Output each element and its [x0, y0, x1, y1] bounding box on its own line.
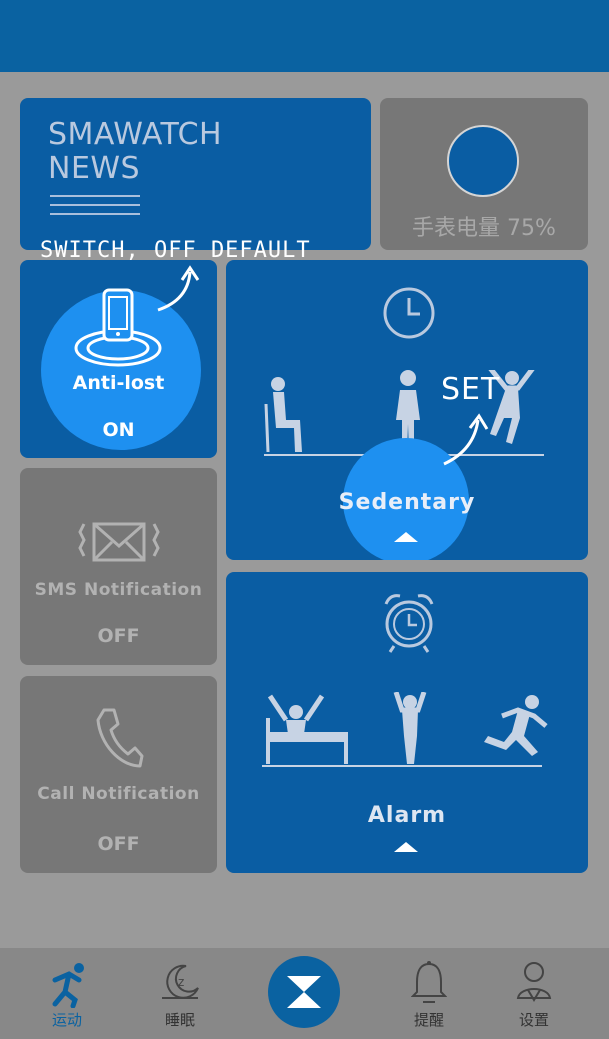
phone-handset-icon — [96, 708, 144, 768]
news-title-line1: SMAWATCH — [48, 117, 223, 152]
nav-label-sleep: 睡眠 — [164, 1011, 195, 1029]
anti-lost-label: Anti-lost — [72, 372, 165, 394]
battery-label: 手表电量 75% — [412, 216, 556, 241]
call-notification-tile[interactable]: Call Notification OFF — [20, 676, 217, 873]
anti-lost-tile[interactable]: Anti-lost ON — [20, 260, 217, 458]
expand-up-icon[interactable] — [394, 532, 418, 542]
sms-notification-state: OFF — [97, 625, 140, 647]
bell-icon — [411, 961, 447, 1003]
set-annotation: SET — [441, 372, 501, 407]
battery-tile[interactable]: 手表电量 75% — [380, 98, 588, 250]
expand-up-icon[interactable] — [394, 842, 418, 852]
battery-indicator — [447, 125, 519, 197]
settings-person-icon — [516, 962, 552, 1002]
hourglass-icon — [287, 976, 321, 1008]
sedentary-label: Sedentary — [338, 490, 476, 515]
nav-label-reminder: 提醒 — [413, 1011, 444, 1029]
sms-notification-label: SMS Notification — [34, 580, 203, 600]
alarm-clock-icon — [384, 594, 434, 653]
nav-label-settings: 设置 — [518, 1011, 549, 1029]
news-divider — [50, 213, 140, 215]
news-title-line2: NEWS — [48, 151, 141, 186]
anti-lost-state: ON — [102, 419, 135, 441]
news-divider — [50, 204, 140, 206]
envelope-icon — [78, 522, 160, 562]
top-bar — [0, 0, 609, 72]
center-action-button[interactable] — [268, 956, 340, 1028]
nav-item-reminder[interactable]: 提醒 — [389, 948, 469, 1039]
phone-signal-icon — [74, 288, 162, 367]
nav-item-sport[interactable]: 运动 — [27, 948, 107, 1039]
svg-text:z: z — [178, 975, 184, 989]
news-title: SMAWATCH NEWS — [48, 118, 222, 186]
clock-icon — [383, 287, 435, 339]
news-divider — [50, 195, 140, 197]
call-notification-label: Call Notification — [37, 784, 200, 804]
alarm-label: Alarm — [367, 803, 447, 828]
runner-icon — [52, 963, 84, 1008]
nav-label-sport: 运动 — [51, 1011, 82, 1029]
wake-up-figures-illustration — [262, 692, 548, 767]
moon-icon: z — [162, 964, 199, 999]
nav-item-sleep[interactable]: z 睡眠 — [140, 948, 220, 1039]
news-tile[interactable]: SMAWATCH NEWS — [20, 98, 371, 250]
nav-item-settings[interactable]: 设置 — [494, 948, 574, 1039]
sms-notification-tile[interactable]: SMS Notification OFF — [20, 468, 217, 665]
sedentary-tile[interactable]: Sedentary — [226, 260, 588, 560]
switch-annotation: SWITCH, OFF DEFAULT — [40, 238, 311, 263]
alarm-tile[interactable]: Alarm — [226, 572, 588, 873]
call-notification-state: OFF — [97, 833, 140, 855]
